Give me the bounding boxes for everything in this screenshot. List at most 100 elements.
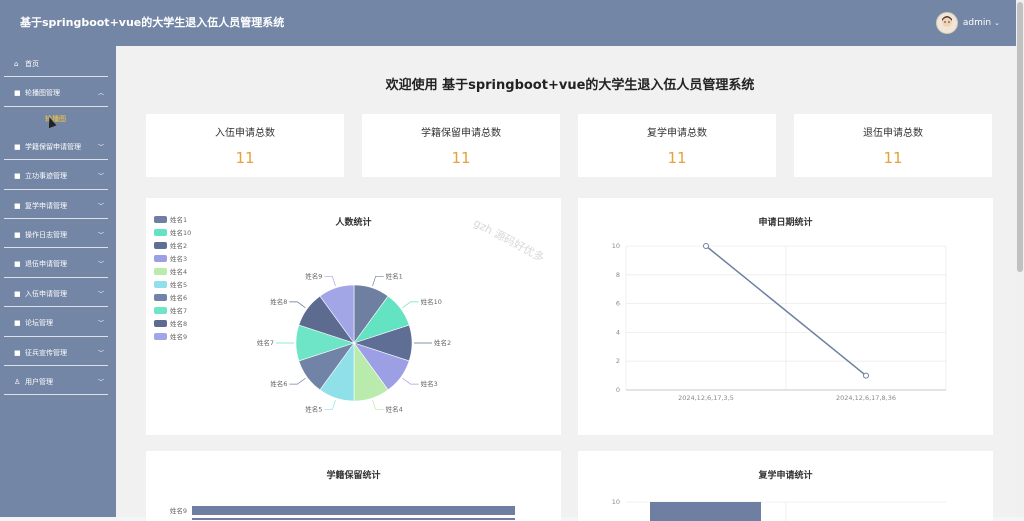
legend-swatch — [154, 307, 167, 314]
user-icon: ♙ — [14, 377, 21, 386]
chevron-down-icon: ﹀ — [97, 378, 104, 386]
pie-label: 姓名10 — [421, 297, 442, 306]
pie-label: 姓名6 — [270, 379, 287, 388]
chevron-down-icon: ﹀ — [97, 261, 104, 269]
pie-label: 姓名2 — [434, 338, 451, 347]
legend-label: 姓名3 — [170, 254, 187, 263]
bar-chart-panel: 复学申请统计 10 — [578, 451, 993, 521]
pie-leader-line — [289, 377, 306, 385]
pie-leader-line — [324, 276, 336, 287]
legend-swatch — [154, 255, 167, 262]
sidebar-item-merit[interactable]: ■ 立功事迹管理 ﹀ — [0, 162, 116, 191]
stat-label: 学籍保留申请总数 — [421, 128, 501, 139]
sidebar: ⌂ 首页 ■ 轮播图管理 ︿ 轮播图 ■ 学籍保留申请管理 ﹀ ■ 立功事迹管理 ﹀ ■ 复学… — [0, 46, 116, 517]
pie-label: 姓名1 — [386, 271, 403, 280]
pie-leader-line — [324, 399, 336, 410]
avatar[interactable] — [935, 12, 958, 34]
home-icon: ⌂ — [14, 60, 19, 68]
sidebar-item-forum[interactable]: ■ 论坛管理 ﹀ — [0, 309, 116, 338]
welcome-title: 欢迎使用 基于springboot+vue的大学生退入伍人员管理系统 — [385, 78, 755, 93]
list-icon: ■ — [14, 348, 21, 357]
y-tick-label: 2 — [616, 357, 620, 365]
sidebar-item-home[interactable]: ⌂ 首页 — [0, 50, 116, 79]
data-point — [863, 372, 869, 379]
legend-label: 姓名5 — [170, 280, 187, 289]
list-icon: ■ — [14, 289, 21, 298]
sidebar-item-status-keep[interactable]: ■ 学籍保留申请管理 ﹀ — [0, 133, 116, 162]
sidebar-item-label: 入伍申请管理 — [25, 289, 67, 298]
sidebar-item-carousel[interactable]: ■ 轮播图管理 ︿ — [0, 79, 116, 108]
sidebar-item-logs[interactable]: ■ 操作日志管理 ﹀ — [0, 221, 116, 250]
stat-card-resume: 复学申请总数 11 — [578, 114, 776, 177]
bar — [650, 502, 761, 521]
y-tick-label: 6 — [616, 300, 620, 308]
chevron-down-icon: ﹀ — [97, 320, 104, 328]
stat-card-discharge: 退伍申请总数 11 — [794, 114, 992, 177]
legend-label: 姓名6 — [170, 293, 187, 302]
list-icon: ■ — [14, 89, 21, 98]
legend-swatch — [154, 229, 167, 236]
chevron-up-icon: ︿ — [97, 90, 104, 98]
stat-label: 退伍申请总数 — [863, 128, 923, 139]
legend-label: 姓名1 — [170, 215, 187, 224]
sidebar-item-discharge[interactable]: ■ 退伍申请管理 ﹀ — [0, 250, 116, 279]
legend-label: 姓名2 — [170, 241, 187, 250]
chevron-down-icon: ﹀ — [97, 173, 104, 181]
y-tick-label: 10 — [612, 242, 620, 250]
main-content: 欢迎使用 基于springboot+vue的大学生退入伍人员管理系统 入伍申请总… — [116, 46, 1024, 521]
sidebar-item-enlist[interactable]: ■ 入伍申请管理 ﹀ — [0, 280, 116, 309]
pie-label: 姓名3 — [421, 379, 438, 388]
horizontal-bar-chart: 姓名9 — [170, 506, 515, 520]
sidebar-item-label: 论坛管理 — [25, 319, 53, 328]
sidebar-item-recruit[interactable]: ■ 征兵宣传管理 ﹀ — [0, 339, 116, 368]
scrollbar-thumb[interactable] — [1017, 2, 1023, 272]
list-icon: ■ — [14, 260, 21, 269]
y-tick-label: 8 — [616, 271, 620, 279]
app-title: 基于springboot+vue的大学生退入伍人员管理系统 — [20, 16, 285, 29]
username[interactable]: admin — [963, 18, 991, 28]
sidebar-item-users[interactable]: ♙ 用户管理 ﹀ — [0, 368, 116, 397]
hbar-chart-panel: 学籍保留统计 姓名9 — [146, 451, 561, 521]
avatar-face-icon — [941, 16, 952, 27]
pie-leader-line — [372, 399, 384, 410]
data-point — [703, 243, 709, 249]
sidebar-item-label: 退伍申请管理 — [25, 260, 67, 269]
list-icon: ■ — [14, 319, 21, 328]
legend-swatch — [154, 268, 167, 275]
sidebar-item-label: 立功事迹管理 — [25, 172, 67, 181]
list-icon: ■ — [14, 230, 21, 239]
sidebar-item-label: 复学申请管理 — [25, 201, 67, 210]
bar-chart: 10 — [612, 498, 946, 521]
pie-leader-line — [402, 377, 419, 385]
chevron-down-icon: ﹀ — [97, 202, 104, 210]
legend-swatch — [154, 294, 167, 301]
chevron-down-icon: ﹀ — [97, 143, 104, 151]
bar — [192, 506, 515, 515]
legend-label: 姓名7 — [170, 306, 187, 315]
user-menu[interactable]: admin ⌄ — [935, 12, 1000, 34]
chevron-down-icon: ﹀ — [97, 231, 104, 239]
chevron-down-icon: ﹀ — [97, 290, 104, 298]
stat-card-enlist: 入伍申请总数 11 — [146, 114, 344, 177]
sidebar-item-label: 用户管理 — [25, 377, 53, 386]
y-tick-label: 10 — [612, 498, 620, 506]
pie-label: 姓名9 — [305, 271, 322, 280]
sidebar-item-label: 征兵宣传管理 — [25, 348, 67, 357]
sidebar-item-resume-study[interactable]: ■ 复学申请管理 ﹀ — [0, 192, 116, 221]
stat-value: 11 — [883, 149, 903, 167]
legend-label: 姓名9 — [170, 332, 187, 341]
legend-swatch — [154, 242, 167, 249]
legend-swatch — [154, 281, 167, 288]
pie-label: 姓名4 — [386, 405, 403, 414]
list-icon: ■ — [14, 172, 21, 181]
sidebar-item-label: 学籍保留申请管理 — [25, 142, 81, 151]
pie-label: 姓名8 — [270, 297, 287, 306]
pie-leader-line — [402, 301, 419, 309]
sidebar-subitem-carousel[interactable]: 轮播图 — [0, 109, 116, 133]
sidebar-item-label: 首页 — [25, 60, 39, 68]
stat-value: 11 — [667, 149, 687, 167]
pie-leader-line — [289, 301, 306, 309]
scrollbar[interactable] — [1016, 0, 1024, 517]
stat-card-status-keep: 学籍保留申请总数 11 — [362, 114, 560, 177]
chevron-down-icon[interactable]: ⌄ — [994, 19, 1000, 27]
